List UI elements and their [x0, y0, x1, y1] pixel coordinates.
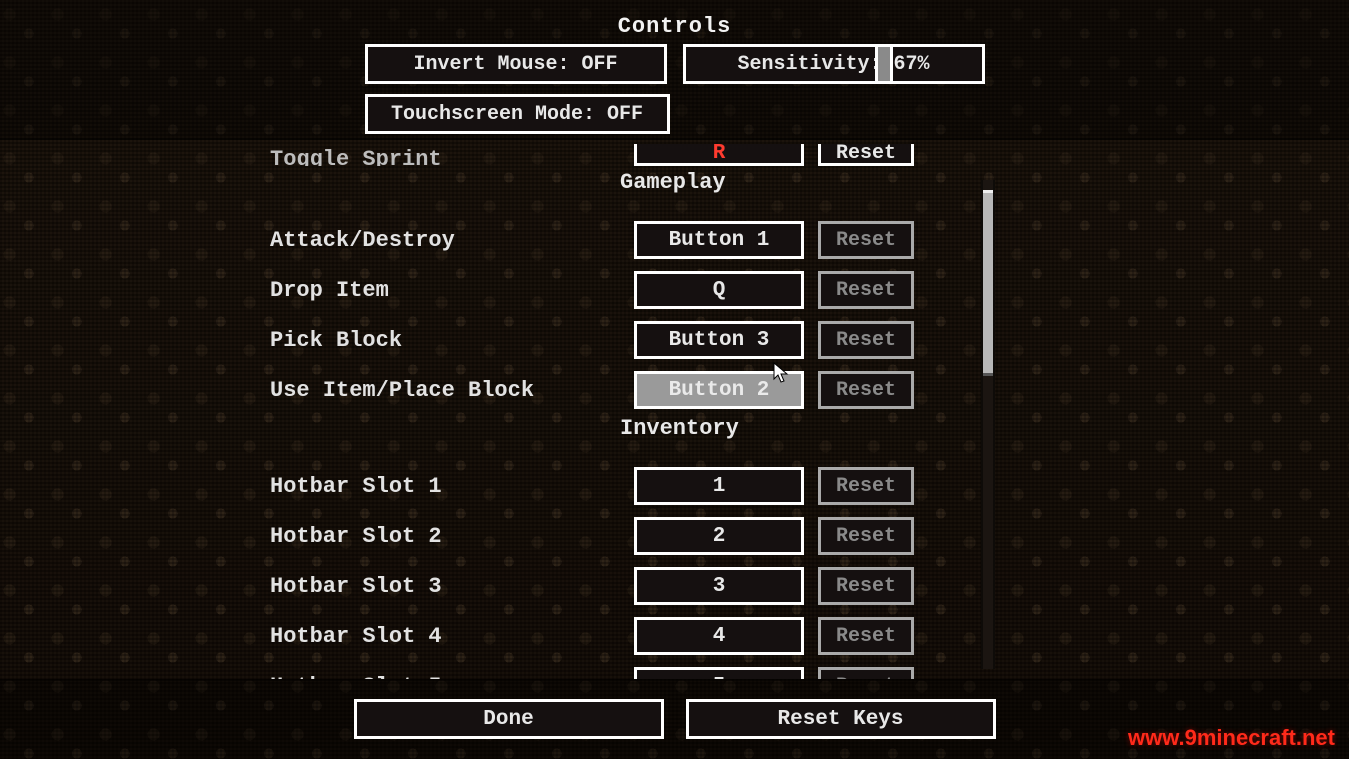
invert-mouse-button[interactable]: Invert Mouse: OFF: [365, 44, 667, 84]
reset-button[interactable]: Reset: [818, 321, 914, 359]
row-label: Attack/Destroy: [270, 228, 620, 253]
reset-button[interactable]: Reset: [818, 371, 914, 409]
watermark: www.9minecraft.net: [1128, 725, 1335, 751]
keybind-row: Attack/Destroy Button 1 Reset: [270, 216, 989, 264]
key-button[interactable]: Q: [634, 271, 804, 309]
key-button[interactable]: Button 2: [634, 371, 804, 409]
reset-button[interactable]: Reset: [818, 144, 914, 166]
keybind-row: Hotbar Slot 2 2 Reset: [270, 512, 989, 560]
category-label: Inventory: [620, 416, 989, 441]
reset-keys-button[interactable]: Reset Keys: [686, 699, 996, 739]
row-label: Hotbar Slot 4: [270, 624, 620, 649]
keybind-row: Hotbar Slot 3 3 Reset: [270, 562, 989, 610]
category-label: Gameplay: [620, 170, 989, 195]
footer-buttons: Done Reset Keys: [354, 699, 996, 739]
keybind-row: Hotbar Slot 1 1 Reset: [270, 462, 989, 510]
reset-button[interactable]: Reset: [818, 567, 914, 605]
sensitivity-slider[interactable]: Sensitivity: 67%: [683, 44, 985, 84]
key-button[interactable]: 4: [634, 617, 804, 655]
key-button[interactable]: 2: [634, 517, 804, 555]
key-button[interactable]: 3: [634, 567, 804, 605]
scrollbar-thumb[interactable]: [983, 190, 993, 376]
done-button[interactable]: Done: [354, 699, 664, 739]
top-options: Invert Mouse: OFF Sensitivity: 67% Touch…: [365, 44, 985, 144]
key-button[interactable]: 1: [634, 467, 804, 505]
touchscreen-mode-button[interactable]: Touchscreen Mode: OFF: [365, 94, 670, 134]
spacer: [686, 94, 985, 134]
keybind-row: Drop Item Q Reset: [270, 266, 989, 314]
sensitivity-thumb[interactable]: [875, 44, 893, 84]
keybind-list: Toggle Sprint R Reset Gameplay Attack/Des…: [270, 140, 989, 679]
key-button[interactable]: Button 3: [634, 321, 804, 359]
keybind-row: Use Item/Place Block Button 2 Reset: [270, 366, 989, 414]
row-label: Drop Item: [270, 278, 620, 303]
row-label: Pick Block: [270, 328, 620, 353]
reset-button[interactable]: Reset: [818, 517, 914, 555]
key-button[interactable]: Button 1: [634, 221, 804, 259]
partial-row-top: Toggle Sprint R Reset: [270, 140, 989, 166]
category-header: Inventory: [270, 416, 989, 460]
sensitivity-label: Sensitivity: 67%: [737, 53, 929, 76]
reset-button[interactable]: Reset: [818, 221, 914, 259]
key-button[interactable]: 5: [634, 667, 804, 679]
category-header: Gameplay: [270, 170, 989, 214]
row-label: Hotbar Slot 3: [270, 574, 620, 599]
keybind-row: Hotbar Slot 55Reset: [270, 662, 989, 679]
reset-button[interactable]: Reset: [818, 667, 914, 679]
row-label: Hotbar Slot 1: [270, 474, 620, 499]
key-button[interactable]: R: [634, 144, 804, 166]
scrollbar-track[interactable]: [981, 180, 995, 669]
reset-button[interactable]: Reset: [818, 467, 914, 505]
row-label: Toggle Sprint: [270, 147, 620, 166]
reset-button[interactable]: Reset: [818, 271, 914, 309]
keybind-row: Hotbar Slot 4 4 Reset: [270, 612, 989, 660]
row-label: Use Item/Place Block: [270, 378, 620, 403]
reset-button[interactable]: Reset: [818, 617, 914, 655]
row-label: Hotbar Slot 2: [270, 524, 620, 549]
page-title: Controls: [0, 14, 1349, 39]
keybind-row: Pick Block Button 3 Reset: [270, 316, 989, 364]
